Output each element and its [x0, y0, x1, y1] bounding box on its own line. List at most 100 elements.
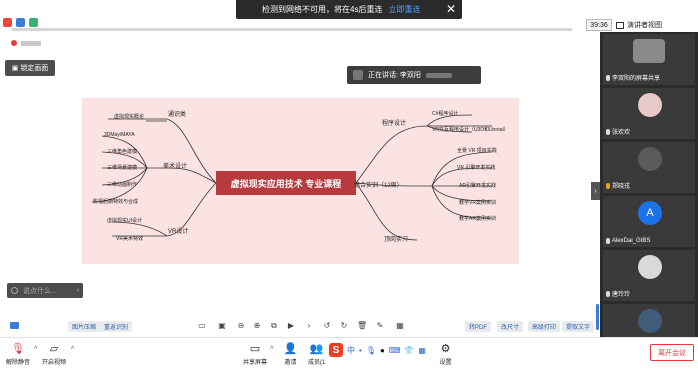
- add-user-icon: 👤: [283, 343, 298, 355]
- reconnect-link[interactable]: 立即重连: [388, 4, 420, 15]
- collapse-sidebar-handle[interactable]: ›: [591, 182, 600, 200]
- rotate-right-icon[interactable]: ↻: [339, 321, 349, 331]
- leave-meeting-button[interactable]: 离开会议: [650, 344, 694, 361]
- start-video-label: 开启视频: [42, 360, 67, 366]
- members-button[interactable]: 👥 成员(1: [308, 342, 325, 366]
- mindmap-branch: VR设计: [168, 229, 189, 235]
- meeting-timer: 39:36: [586, 19, 612, 31]
- to-pdf-button[interactable]: 转PDF: [465, 321, 492, 332]
- avatar: [638, 255, 662, 279]
- zoom-in-icon[interactable]: ⊕: [252, 321, 262, 331]
- participant-tile[interactable]: A AlexDai_GIBS: [603, 196, 695, 247]
- view-grid-icon: [616, 21, 624, 29]
- extract-text-button[interactable]: 提取文字: [562, 321, 595, 332]
- window-icons: [3, 18, 38, 27]
- lock-screen-label: 锁定画面: [20, 65, 49, 72]
- avatar: [638, 147, 662, 171]
- members-icon: 👥: [309, 343, 324, 355]
- settings-button[interactable]: ⚙ 设置: [439, 342, 452, 366]
- share-screen-button[interactable]: ▭ 共享屏幕: [243, 342, 267, 366]
- participant-label: 唐玲玲: [606, 289, 630, 298]
- sidebar-scrollbar[interactable]: [596, 304, 599, 330]
- mindmap-leaf: VR 引擎开发实践: [457, 165, 496, 171]
- app-logo-icon[interactable]: [3, 18, 12, 27]
- crop-icon[interactable]: ⧉: [269, 321, 279, 331]
- participant-label: 张欢欢: [606, 127, 630, 136]
- chevron-up-icon[interactable]: ^: [34, 346, 37, 353]
- close-icon[interactable]: ✕: [446, 2, 456, 16]
- delete-icon[interactable]: 🗑: [357, 321, 367, 331]
- record-dot-icon: [11, 40, 17, 46]
- mindmap-leaf: 教学VR案例实训: [459, 200, 496, 206]
- emoji-icon[interactable]: [11, 287, 18, 294]
- advanced-print-button[interactable]: 高级打印: [528, 321, 561, 332]
- speaker-extra: [425, 72, 452, 78]
- edit-icon[interactable]: ✎: [375, 321, 385, 331]
- participants-sidebar: 李双阳的屏幕共享 张欢欢 郑晓戎 A AlexDai_GIBS 唐玲玲: [600, 32, 698, 337]
- sogou-ime-icon[interactable]: S: [329, 343, 343, 357]
- rotate-left-icon[interactable]: ↺: [322, 321, 332, 331]
- participant-name: AlexDai_GIBS: [612, 238, 651, 244]
- record-icon[interactable]: ●: [380, 346, 385, 355]
- shield-icon[interactable]: [16, 18, 25, 27]
- punctuation-icon[interactable]: •: [359, 346, 362, 355]
- chevron-up-icon[interactable]: ^: [270, 346, 273, 353]
- grid-icon[interactable]: ▦: [395, 321, 405, 331]
- mindmap-leaf: 虚拟现实概论: [114, 114, 145, 120]
- reidentify-button[interactable]: 重返识别: [100, 321, 133, 332]
- participant-tile[interactable]: 张欢欢: [603, 88, 695, 139]
- mic-icon: [606, 238, 610, 244]
- fit-page-icon[interactable]: ▣: [217, 321, 227, 331]
- mic-icon: [606, 74, 610, 81]
- mindmap-leaf: 影视后期特效与合成: [93, 199, 139, 205]
- ime-chinese-mode[interactable]: 中: [347, 345, 355, 356]
- chevron-right-icon[interactable]: ›: [304, 321, 314, 331]
- speaking-indicator: 正在讲话: 李双阳: [347, 66, 481, 84]
- unmute-button[interactable]: 🎙 解除静音: [6, 342, 30, 366]
- mindmap-leaf: AR引擎开发实践: [459, 183, 496, 189]
- participant-label: AlexDai_GIBS: [606, 238, 650, 244]
- mindmap-leaf: 三维场景建模: [107, 165, 138, 171]
- start-video-button[interactable]: ▱ 开启视频: [42, 342, 66, 366]
- document-toolbar: 图片压缩 重返识别 ▭ ▣ ⊖ ⊕ ⧉ ▶ › ↺ ↻ 🗑 ✎ ▦ 转PDF 改…: [0, 316, 598, 336]
- participant-tile[interactable]: [603, 304, 695, 337]
- toolbox-icon[interactable]: ▦: [418, 346, 426, 355]
- play-icon[interactable]: ▶: [286, 321, 296, 331]
- lock-icon: ▣: [11, 65, 19, 72]
- participant-name: 唐玲玲: [612, 292, 631, 298]
- speaker-label: 正在讲话: 李双阳: [368, 72, 421, 79]
- mindmap-branch: 综合实训（12周）: [354, 183, 403, 189]
- skin-icon[interactable]: 👕: [404, 346, 414, 355]
- mindmap-branch: 通识类: [168, 112, 187, 118]
- monitor-icon[interactable]: ▭: [197, 321, 207, 331]
- speaker-avatar: [353, 70, 363, 80]
- folder-icon[interactable]: [10, 322, 19, 329]
- meeting-title-bar: [12, 28, 572, 31]
- participant-name: 张欢欢: [612, 130, 631, 136]
- mic-icon: [606, 290, 610, 297]
- chat-input[interactable]: 说点什么... ‹: [7, 283, 83, 298]
- invite-button[interactable]: 👤 邀请: [283, 342, 298, 366]
- participant-tile[interactable]: 唐玲玲: [603, 250, 695, 301]
- network-notice-text: 检测到网络不可用，将在4s后重连: [262, 5, 383, 14]
- chevron-up-icon[interactable]: ^: [71, 346, 74, 353]
- participant-tile[interactable]: 郑晓戎: [603, 142, 695, 193]
- resize-button[interactable]: 改尺寸: [497, 321, 524, 332]
- keyboard-icon[interactable]: ⌨: [389, 346, 401, 355]
- speaker-view-button[interactable]: 演讲者视图: [616, 19, 694, 31]
- participant-tile[interactable]: 李双阳的屏幕共享: [603, 34, 695, 85]
- mindmap-leaf: 教学AR案例实训: [459, 216, 496, 222]
- zoom-out-icon[interactable]: ⊖: [236, 321, 246, 331]
- mic-icon[interactable]: 🎙: [366, 346, 376, 355]
- mindmap-leaf: VR美术特效: [116, 236, 143, 242]
- mindmap-leaf: 3DMay/MAYA: [104, 132, 135, 138]
- lock-screen-button[interactable]: ▣ 锁定画面: [5, 60, 55, 76]
- mindmap-leaf: 虚拟现实UI设计: [107, 218, 143, 224]
- mindmap-leaf: C#程序设计: [432, 111, 459, 117]
- avatar: [633, 39, 665, 63]
- chevron-left-icon[interactable]: ‹: [77, 287, 83, 294]
- signal-icon[interactable]: [29, 18, 38, 27]
- participant-label: 郑晓戎: [606, 181, 630, 190]
- gear-icon: ⚙: [440, 343, 451, 355]
- compress-image-button[interactable]: 图片压缩: [68, 321, 101, 332]
